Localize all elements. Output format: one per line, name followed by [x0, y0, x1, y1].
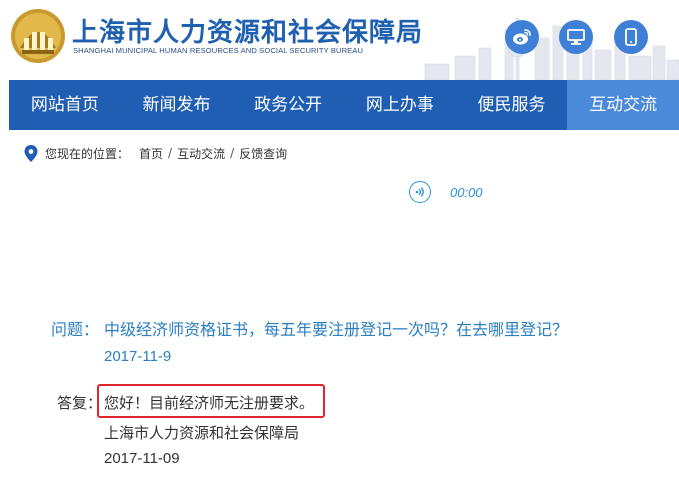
audio-play-button[interactable] — [409, 181, 431, 203]
speaker-icon — [415, 187, 424, 197]
weibo-button[interactable] — [505, 20, 539, 54]
breadcrumb-lead: 您现在的位置： — [45, 146, 130, 161]
nav-item-government-affairs[interactable]: 政务公开 — [232, 80, 344, 130]
site-header: 上海市人力资源和社会保障局 SHANGHAI MUNICIPAL HUMAN R… — [0, 0, 679, 80]
answer-label: 答复： — [57, 394, 103, 412]
audio-player: 00:00 — [409, 181, 483, 203]
location-pin-icon — [24, 144, 38, 162]
breadcrumb-feedback-query[interactable]: 反馈查询 — [239, 145, 287, 162]
org-name-title: 上海市人力资源和社会保障局 — [72, 18, 424, 48]
audio-time-display: 00:00 — [450, 184, 483, 200]
breadcrumb-separator: / — [230, 146, 235, 160]
bureau-logo — [11, 9, 65, 63]
breadcrumb: 您现在的位置： 首页 / 互动交流 / 反馈查询 — [24, 143, 287, 163]
nav-item-interaction[interactable]: 互动交流 — [567, 80, 679, 130]
nav-item-public-services[interactable]: 便民服务 — [456, 80, 568, 130]
question-date: 2017-11-9 — [104, 348, 172, 365]
answer-text: 您好！目前经济师无注册要求。 — [104, 394, 315, 412]
desktop-icon — [567, 29, 585, 45]
mobile-button[interactable] — [614, 20, 648, 54]
answer-date: 2017-11-09 — [104, 450, 180, 467]
nav-item-home[interactable]: 网站首页 — [9, 80, 121, 130]
org-name-english: SHANGHAI MUNICIPAL HUMAN RESOURCES AND S… — [73, 46, 364, 55]
desktop-button[interactable] — [559, 20, 593, 54]
answer-organization: 上海市人力资源和社会保障局 — [104, 424, 300, 442]
question-label: 问题： — [51, 320, 100, 339]
question-text: 中级经济师资格证书，每五年要注册登记一次吗？在去哪里登记？ — [104, 320, 569, 339]
breadcrumb-interaction[interactable]: 互动交流 — [177, 145, 225, 162]
breadcrumb-home[interactable]: 首页 — [139, 145, 163, 162]
main-nav: 网站首页 新闻发布 政务公开 网上办事 便民服务 互动交流 — [9, 80, 679, 130]
mobile-icon — [625, 28, 637, 46]
nav-item-online-services[interactable]: 网上办事 — [344, 80, 456, 130]
breadcrumb-separator: / — [168, 146, 173, 160]
nav-item-news[interactable]: 新闻发布 — [121, 80, 233, 130]
weibo-icon — [513, 29, 531, 45]
